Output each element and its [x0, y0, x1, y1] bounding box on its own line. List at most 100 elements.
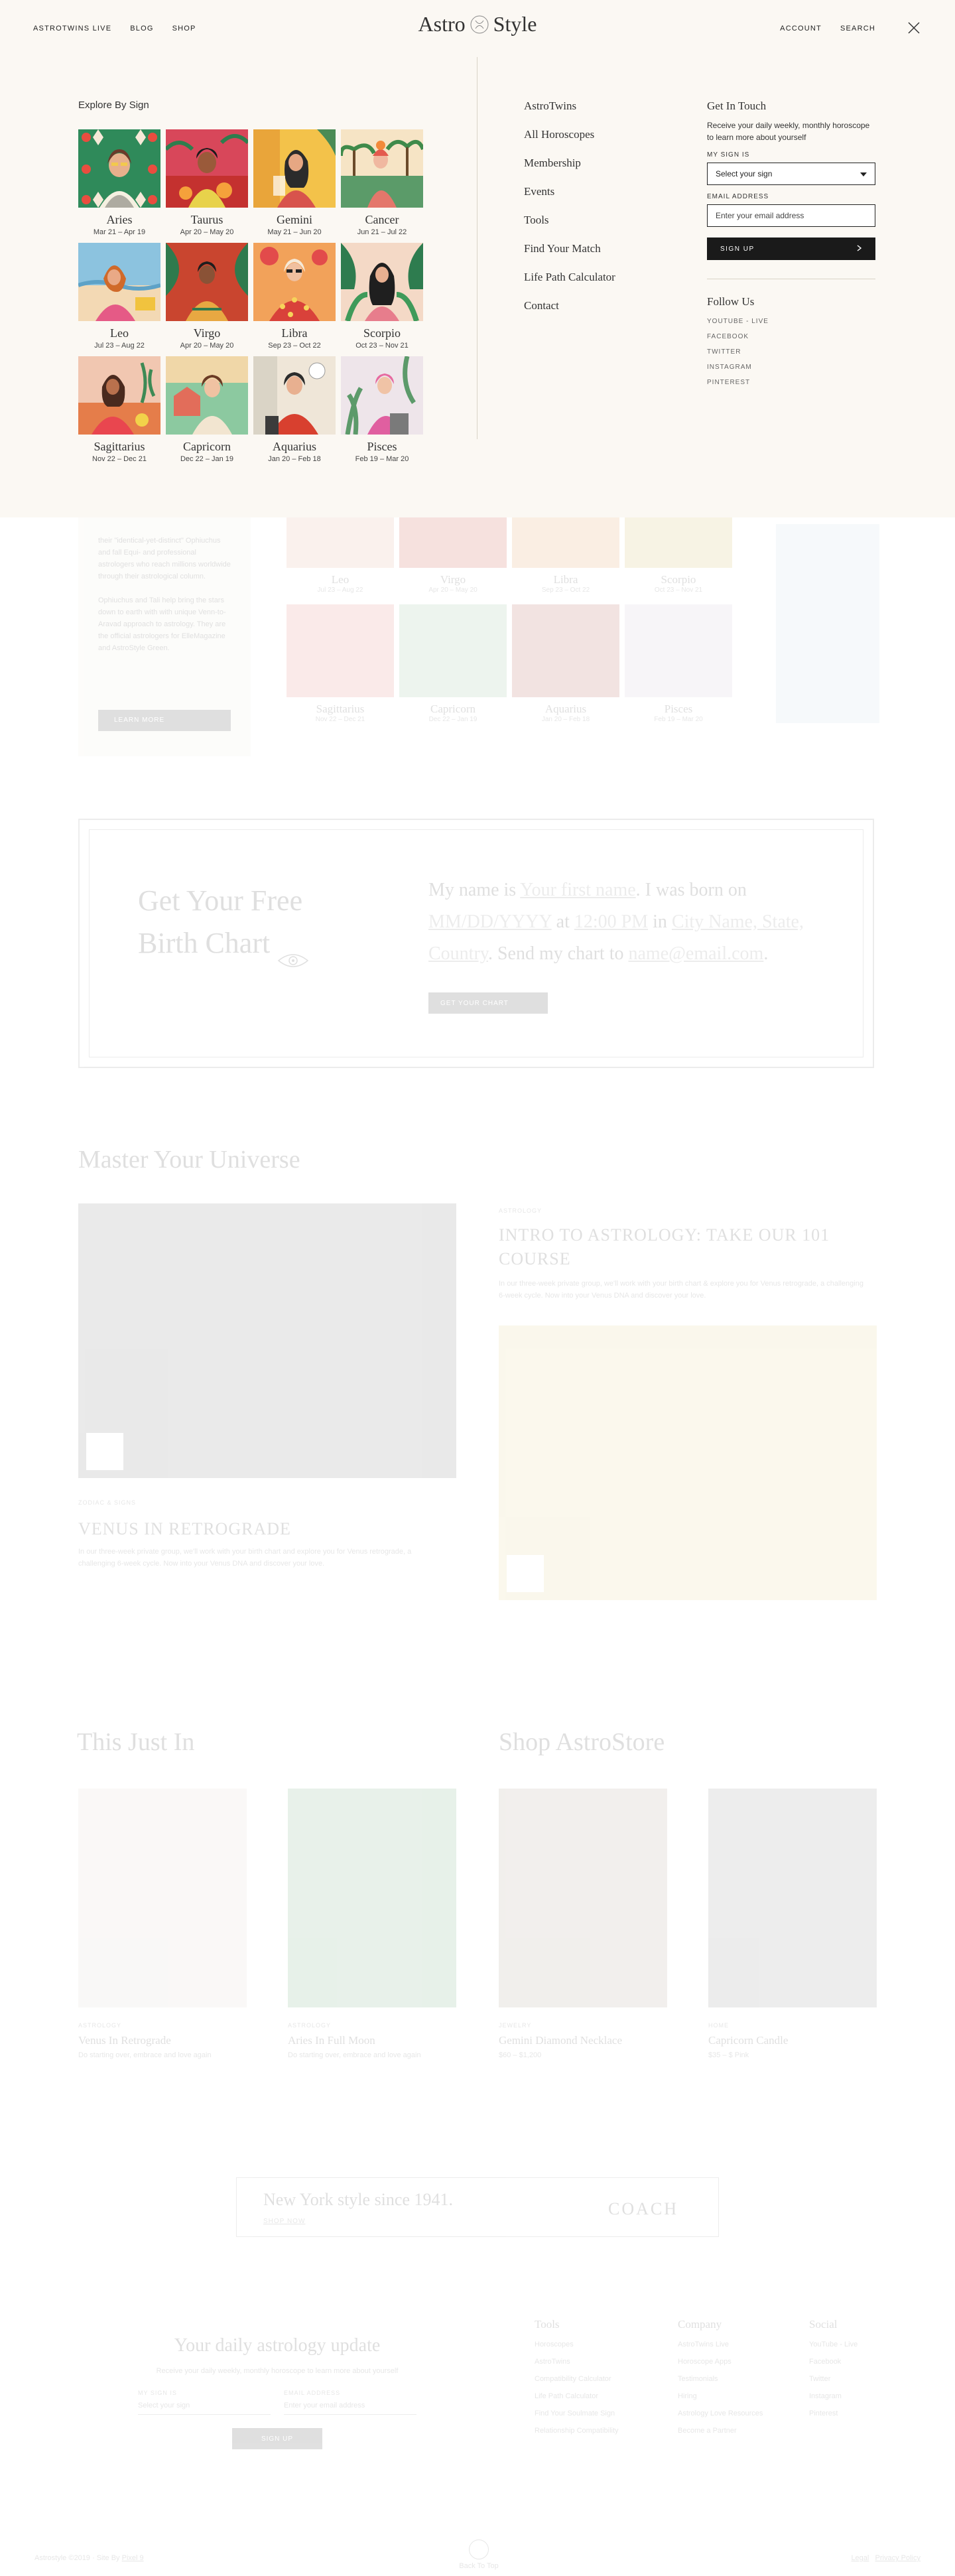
sign-cell-aquarius[interactable]: Aquarius Jan 20 – Feb 18	[512, 604, 619, 723]
site-logo[interactable]: Astro Style	[411, 12, 544, 36]
pisces-illustration	[341, 356, 423, 435]
learn-more-button[interactable]: LEARN MORE	[98, 710, 231, 731]
get-in-touch-title: Get In Touch	[707, 100, 767, 112]
sign-up-button[interactable]: SIGN UP	[232, 2428, 322, 2449]
coach-ad[interactable]: New York style since 1941. SHOP NOW COAC…	[236, 2177, 719, 2237]
menu-link-events[interactable]: Events	[524, 185, 615, 214]
social-instagram[interactable]: INSTAGRAM	[707, 364, 875, 371]
sign-cell-scorpio[interactable]: Scorpio Oct 23 – Nov 21	[625, 517, 732, 594]
sagittarius-illustration	[78, 356, 160, 435]
virgo-illustration	[166, 243, 248, 321]
nav-shop[interactable]: SHOP	[172, 25, 196, 33]
social-twitter[interactable]: TWITTER	[707, 348, 875, 356]
sign-cell-virgo[interactable]: Virgo Apr 20 – May 20	[399, 517, 507, 594]
sign-aries[interactable]: Aries Mar 21 – Apr 19	[78, 129, 160, 236]
sign-cell-capricorn[interactable]: Capricorn Dec 22 – Jan 19	[399, 604, 507, 723]
chevron-right-icon	[857, 244, 862, 253]
nav-account[interactable]: ACCOUNT	[780, 25, 822, 33]
sign-select[interactable]: Select your sign	[138, 2396, 271, 2415]
product-card[interactable]: ASTROLOGY Venus In Retrograde Do starting …	[78, 1789, 247, 2059]
birth-time-field[interactable]: 12:00 PM	[574, 912, 648, 932]
menu-divider	[477, 57, 478, 439]
sign-capricorn[interactable]: Capricorn Dec 22 – Jan 19	[166, 356, 248, 463]
play-icon[interactable]	[86, 1433, 123, 1470]
credit-link[interactable]: Pixel 9	[122, 2554, 144, 2562]
footer-col-tools: Tools Horoscopes AstroTwins Compatibilit…	[535, 2318, 619, 2435]
menu-link-tools[interactable]: Tools	[524, 214, 615, 242]
sign-cell-leo[interactable]: Leo Jul 23 – Aug 22	[286, 517, 394, 594]
video-intro[interactable]	[499, 1325, 877, 1600]
eye-icon	[277, 938, 309, 967]
sign-label: MY SIGN IS	[707, 151, 750, 159]
menu-link-all-horoscopes[interactable]: All Horoscopes	[524, 128, 615, 157]
nav-astrotwins-live[interactable]: ASTROTWINS LIVE	[33, 25, 111, 33]
card-desc: In our three-week private group, we'll w…	[499, 1280, 863, 1300]
side-ad[interactable]	[776, 524, 879, 723]
sign-gemini[interactable]: Gemini May 21 – Jun 20	[253, 129, 336, 236]
sign-leo[interactable]: Leo Jul 23 – Aug 22	[78, 243, 160, 350]
back-to-top-icon[interactable]	[469, 2540, 489, 2559]
chart-email-field[interactable]: name@email.com	[629, 943, 764, 964]
sign-sagittarius[interactable]: Sagittarius Nov 22 – Dec 21	[78, 356, 160, 463]
sign-cancer[interactable]: Cancer Jun 21 – Jul 22	[341, 129, 423, 236]
aries-illustration	[78, 129, 160, 208]
sign-cell-sagittarius[interactable]: Sagittarius Nov 22 – Dec 21	[286, 604, 394, 723]
sign-grid-faded: Leo Jul 23 – Aug 22 Virgo Apr 20 – May 20 …	[286, 517, 737, 734]
legal-link[interactable]: Legal	[851, 2554, 869, 2562]
logo-mark-icon	[470, 15, 489, 34]
sign-libra[interactable]: Libra Sep 23 – Oct 22	[253, 243, 336, 350]
aquarius-illustration	[253, 356, 336, 435]
nav-blog[interactable]: BLOG	[130, 25, 153, 33]
menu-link-life-path-calculator[interactable]: Life Path Calculator	[524, 271, 615, 299]
sign-aquarius[interactable]: Aquarius Jan 20 – Feb 18	[253, 356, 336, 463]
sign-pisces[interactable]: Pisces Feb 19 – Mar 20	[341, 356, 423, 463]
menu-link-contact[interactable]: Contact	[524, 299, 615, 328]
card-tag: ASTROLOGY	[499, 1207, 542, 1214]
top-nav: ASTROTWINS LIVE BLOG SHOP Astro Style AC…	[0, 0, 955, 57]
card-title[interactable]: INTRO TO ASTROLOGY: TAKE OUR 101 COURSE	[499, 1223, 870, 1271]
close-icon[interactable]	[906, 20, 922, 36]
first-name-field[interactable]: Your first name	[520, 880, 635, 900]
sign-select[interactable]: Select your sign	[707, 163, 875, 185]
sign-taurus[interactable]: Taurus Apr 20 – May 20	[166, 129, 248, 236]
social-pinterest[interactable]: PINTEREST	[707, 379, 875, 386]
birth-date-field[interactable]: MM/DD/YYYY	[428, 912, 552, 932]
social-facebook[interactable]: FACEBOOK	[707, 333, 875, 340]
footer-bottom: Astrostyle ©2019 · Site By Pixel 9 Back …	[34, 2540, 921, 2574]
video-venus[interactable]	[78, 1203, 456, 1478]
sign-cell-pisces[interactable]: Pisces Feb 19 – Mar 20	[625, 604, 732, 723]
sign-scorpio[interactable]: Scorpio Oct 23 – Nov 21	[341, 243, 423, 350]
birth-chart-form: My name is Your first name. I was born o…	[428, 880, 804, 964]
privacy-link[interactable]: Privacy Policy	[875, 2554, 921, 2562]
background-page: their "identical-yet-distinct" Ophiuchus…	[0, 517, 955, 2576]
play-icon[interactable]	[507, 1555, 544, 1592]
product-card[interactable]: JEWELRY Gemini Diamond Necklace $60 – $1,2…	[499, 1789, 667, 2059]
email-field[interactable]: Enter your email address	[284, 2396, 416, 2415]
product-card[interactable]: HOME Capricorn Candle $35 – $ Pink	[708, 1789, 877, 2059]
menu-link-astrotwins[interactable]: AstroTwins	[524, 100, 615, 128]
nav-search[interactable]: SEARCH	[840, 25, 875, 33]
daily-signup: Your daily astrology update Receive your…	[78, 2335, 476, 2449]
gemini-illustration	[253, 129, 336, 208]
footer-col-company: Company AstroTwins Live Horoscope Apps T…	[678, 2318, 763, 2435]
back-to-top[interactable]: Back To Top	[452, 2540, 505, 2570]
get-chart-button[interactable]: GET YOUR CHART	[428, 992, 548, 1014]
just-in-title: This Just In	[77, 1728, 195, 1756]
sign-cell-libra[interactable]: Libra Sep 23 – Oct 22	[512, 517, 619, 594]
email-input[interactable]: Enter your email address	[707, 204, 875, 227]
caret-down-icon	[860, 169, 867, 178]
sign-virgo[interactable]: Virgo Apr 20 – May 20	[166, 243, 248, 350]
product-card[interactable]: ASTROLOGY Aries In Full Moon Do starting o…	[288, 1789, 456, 2059]
taurus-illustration	[166, 129, 248, 208]
menu-links: AstroTwins All Horoscopes Membership Eve…	[524, 100, 615, 328]
email-label: EMAIL ADDRESS	[707, 193, 769, 200]
menu-link-membership[interactable]: Membership	[524, 157, 615, 185]
menu-link-find-your-match[interactable]: Find Your Match	[524, 242, 615, 271]
card-title[interactable]: VENUS IN RETROGRADE	[78, 1519, 291, 1539]
social-youtube[interactable]: YOUTUBE - LIVE	[707, 318, 875, 325]
get-in-touch: Get In Touch Receive your daily weekly, …	[707, 100, 875, 386]
about-text-1: their "identical-yet-distinct" Ophiuchus…	[98, 537, 231, 580]
card-desc: In our three-week private group, we'll w…	[78, 1548, 412, 1568]
sign-up-button[interactable]: SIGN UP	[707, 237, 875, 260]
birth-chart-title: Get Your Free Birth Chart	[138, 880, 309, 967]
